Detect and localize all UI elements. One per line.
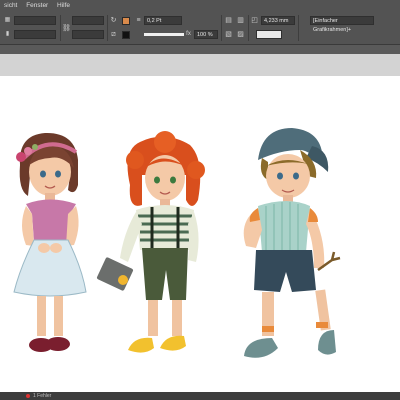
constrain-proportions-icon[interactable]: ▮ (3, 30, 12, 39)
divider (60, 15, 61, 41)
divider (298, 15, 299, 41)
divider (248, 15, 249, 41)
girl-middle-figure (96, 131, 205, 353)
tab-strip (0, 45, 400, 54)
menu-item-ansicht[interactable]: sicht (4, 2, 17, 9)
status-bar: 1 Fehler (0, 392, 400, 400)
rotate-icon[interactable]: ↻ (109, 16, 118, 25)
x-position-field[interactable] (14, 16, 56, 25)
frame-fit-icon[interactable]: ▧ (224, 30, 233, 39)
reference-point-icon[interactable]: ▦ (3, 16, 12, 25)
divider (107, 15, 108, 41)
control-panel: ▦ ▮ ⛓ ↻ ⧄ ≡ 0,2 Pt fx 100 % ▤ ▥ ▧ ▨ ◰ 4,… (0, 12, 400, 45)
error-indicator-icon[interactable] (26, 394, 30, 398)
scale-x-field[interactable] (72, 16, 104, 25)
shear-icon[interactable]: ⧄ (109, 30, 118, 39)
frame-size-field[interactable]: 4,233 mm (261, 16, 295, 25)
document-page (0, 76, 400, 392)
fill-swatch[interactable] (122, 17, 130, 25)
stroke-swatch[interactable] (122, 31, 130, 39)
illustration-children[interactable] (0, 76, 400, 392)
stroke-weight-field[interactable]: 0,2 Pt (144, 16, 182, 25)
boy-right-figure (243, 128, 341, 358)
fx-icon[interactable]: fx (184, 30, 193, 39)
content-fit-icon[interactable]: ▨ (236, 30, 245, 39)
stroke-type-line[interactable] (144, 33, 184, 36)
link-icon[interactable]: ⛓ (62, 24, 71, 33)
style-secondary-field[interactable] (256, 30, 282, 39)
opacity-field[interactable]: 100 % (194, 30, 218, 39)
pasteboard (0, 54, 400, 76)
menu-item-hilfe[interactable]: Hilfe (57, 2, 70, 9)
menu-item-fenster[interactable]: Fenster (26, 2, 48, 9)
scale-y-field[interactable] (72, 30, 104, 39)
menu-bar: sicht Fenster Hilfe (0, 0, 400, 12)
y-position-field[interactable] (14, 30, 56, 39)
fitting-icon[interactable]: ▥ (236, 16, 245, 25)
corner-options-icon[interactable]: ◰ (250, 16, 259, 25)
preflight-status[interactable]: 1 Fehler (33, 392, 51, 400)
object-style-dropdown[interactable]: [Einfacher Grafikrahmen]+ (310, 16, 374, 33)
stroke-weight-icon: ≡ (136, 17, 141, 24)
divider (221, 15, 222, 41)
girl-left-figure (13, 132, 87, 352)
text-wrap-icon[interactable]: ▤ (224, 16, 233, 25)
